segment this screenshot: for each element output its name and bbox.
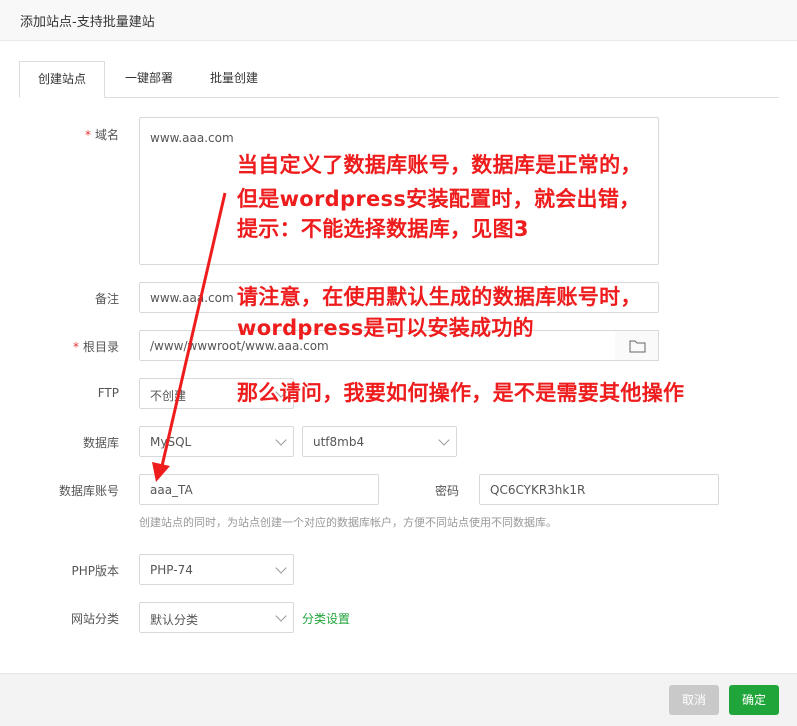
annotation-arrow <box>152 192 227 482</box>
